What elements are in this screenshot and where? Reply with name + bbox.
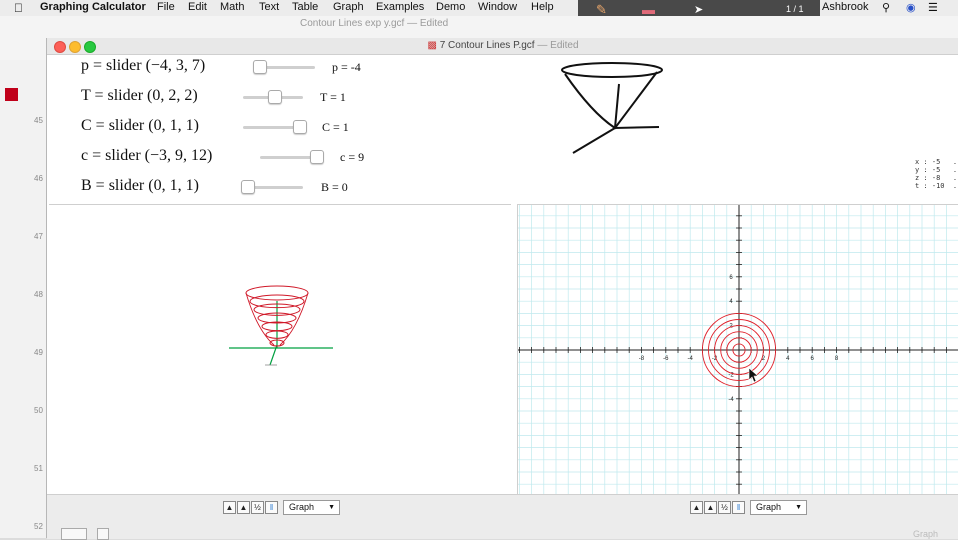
- slider-equation-T[interactable]: T = slider (0, 2, 2): [81, 87, 198, 105]
- slider-knob-c[interactable]: [310, 150, 324, 164]
- x-tick-label: 6: [811, 356, 815, 362]
- table-icon[interactable]: ‖: [732, 501, 745, 514]
- eraser-icon[interactable]: ▬: [642, 2, 655, 17]
- menu-demo[interactable]: Demo: [436, 1, 465, 13]
- document-window: ▩ 7 Contour Lines P.gcf — Edited p = sli…: [46, 38, 958, 540]
- y-tick-label: 4: [729, 299, 733, 305]
- ruler-number: 45: [34, 116, 43, 125]
- slider-knob-C[interactable]: [293, 120, 307, 134]
- app-menu[interactable]: Graphing Calculator: [40, 1, 146, 13]
- siri-icon[interactable]: ◉: [906, 1, 916, 14]
- bottom-toolbar: ▲ ▲ ½ ‖ Graph ▼ ▲ ▲ ½ ‖ Graph ▼ Graph: [47, 494, 958, 540]
- slider-equation-c[interactable]: c = slider (−3, 9, 12): [81, 147, 212, 165]
- slider-row-T: T = slider (0, 2, 2) T = 1: [47, 87, 467, 109]
- slider-row-c: c = slider (−3, 9, 12) c = 9: [47, 147, 467, 169]
- color-swatch[interactable]: [5, 88, 18, 101]
- slider-equation-p[interactable]: p = slider (−4, 3, 7): [81, 57, 205, 75]
- slider-equation-C[interactable]: C = slider (0, 1, 1): [81, 117, 199, 135]
- page-nav-button[interactable]: [61, 528, 87, 540]
- y-tick-label: 6: [729, 275, 733, 281]
- mountain-small-icon[interactable]: ▲: [223, 501, 236, 514]
- graph-2d-pane[interactable]: -8 -6 -4 -2 2 4 6 8 6 4 2 -2 -4: [517, 204, 958, 495]
- x-tick-label: -6: [663, 356, 669, 362]
- slider-row-p: p = slider (−4, 3, 7) p = -4: [47, 57, 467, 79]
- menu-text[interactable]: Text: [259, 1, 279, 13]
- menu-graph[interactable]: Graph: [333, 1, 364, 13]
- page-indicator: 1 / 1: [786, 4, 804, 14]
- ruler-number: 49: [34, 348, 43, 357]
- graph-3d-canvas[interactable]: [49, 205, 511, 495]
- page-thumbnail-button[interactable]: [97, 528, 109, 540]
- window-titlebar[interactable]: ▩ 7 Contour Lines P.gcf — Edited: [47, 38, 958, 55]
- mountain-small-icon[interactable]: ▲: [690, 501, 703, 514]
- ruler-number: 48: [34, 290, 43, 299]
- ruler-number: 47: [34, 232, 43, 241]
- edited-label: — Edited: [537, 40, 579, 51]
- slider-knob-T[interactable]: [268, 90, 282, 104]
- apple-menu-icon[interactable]: : [14, 1, 23, 15]
- user-name[interactable]: Ashbrook: [822, 1, 868, 13]
- menu-file[interactable]: File: [157, 1, 175, 13]
- window-title: ▩ 7 Contour Lines P.gcf — Edited: [47, 40, 958, 51]
- slider-row-B: B = slider (0, 1, 1) B = 0: [47, 177, 467, 199]
- window-title-text: 7 Contour Lines P.gcf: [439, 40, 535, 51]
- chevron-down-icon: ▼: [795, 504, 802, 511]
- slider-value-c: c = 9: [340, 150, 365, 164]
- graph-2d-canvas[interactable]: -8 -6 -4 -2 2 4 6 8642-2-4: [518, 205, 958, 495]
- graph-selector-right-label: Graph: [756, 502, 782, 512]
- sketch-rim: [561, 62, 663, 78]
- menu-edit[interactable]: Edit: [188, 1, 207, 13]
- background-window-title[interactable]: Contour Lines exp y.gcf — Edited: [300, 18, 448, 29]
- x-tick-label: 4: [786, 356, 790, 362]
- ruler-number: 51: [34, 464, 43, 473]
- notification-center-icon[interactable]: ☰: [928, 1, 938, 14]
- funnel-sketch: [561, 62, 663, 154]
- x-tick-label: -8: [639, 356, 645, 362]
- ruler-number: 52: [34, 522, 43, 531]
- graph-3d-pane[interactable]: [49, 204, 511, 495]
- ruler-number: 46: [34, 174, 43, 183]
- slider-knob-B[interactable]: [241, 180, 255, 194]
- spotlight-icon[interactable]: ⚲: [882, 1, 890, 14]
- menu-table[interactable]: Table: [292, 1, 318, 13]
- x-tick-label: -4: [688, 356, 694, 362]
- mountain-large-icon[interactable]: ▲: [704, 501, 717, 514]
- table-icon[interactable]: ‖: [265, 501, 278, 514]
- slider-knob-p[interactable]: [253, 60, 267, 74]
- graph-selector-left[interactable]: Graph ▼: [283, 500, 340, 515]
- ruler-number: 50: [34, 406, 43, 415]
- sketch-axes: [572, 83, 660, 154]
- menu-help[interactable]: Help: [531, 1, 554, 13]
- background-ruler: 45 46 47 48 49 50 51 52: [0, 60, 46, 538]
- slider-row-C: C = slider (0, 1, 1) C = 1: [47, 117, 467, 139]
- slider-equation-B[interactable]: B = slider (0, 1, 1): [81, 177, 199, 195]
- graph-selector-left-label: Graph: [289, 502, 315, 512]
- chevron-down-icon: ▼: [328, 504, 335, 511]
- y-tick-label: -4: [728, 397, 734, 403]
- menu-math[interactable]: Math: [220, 1, 244, 13]
- mountain-large-icon[interactable]: ▲: [237, 501, 250, 514]
- slider-value-B: B = 0: [321, 180, 348, 194]
- coordinate-readout: x : -5 ... 5 y : -5 ... 5 z : -8 ... 8 t…: [915, 158, 958, 190]
- slider-value-T: T = 1: [320, 90, 346, 104]
- fraction-icon[interactable]: ½: [718, 501, 731, 514]
- menu-window[interactable]: Window: [478, 1, 517, 13]
- fraction-icon[interactable]: ½: [251, 501, 264, 514]
- sketch-cone: [564, 71, 658, 130]
- menu-examples[interactable]: Examples: [376, 1, 424, 13]
- slider-value-p: p = -4: [332, 60, 361, 74]
- document-icon: ▩: [427, 40, 437, 51]
- graph-selector-right[interactable]: Graph ▼: [750, 500, 807, 515]
- slider-value-C: C = 1: [322, 120, 349, 134]
- x-tick-label: 8: [835, 356, 839, 362]
- pointer-icon[interactable]: ➤: [694, 3, 703, 16]
